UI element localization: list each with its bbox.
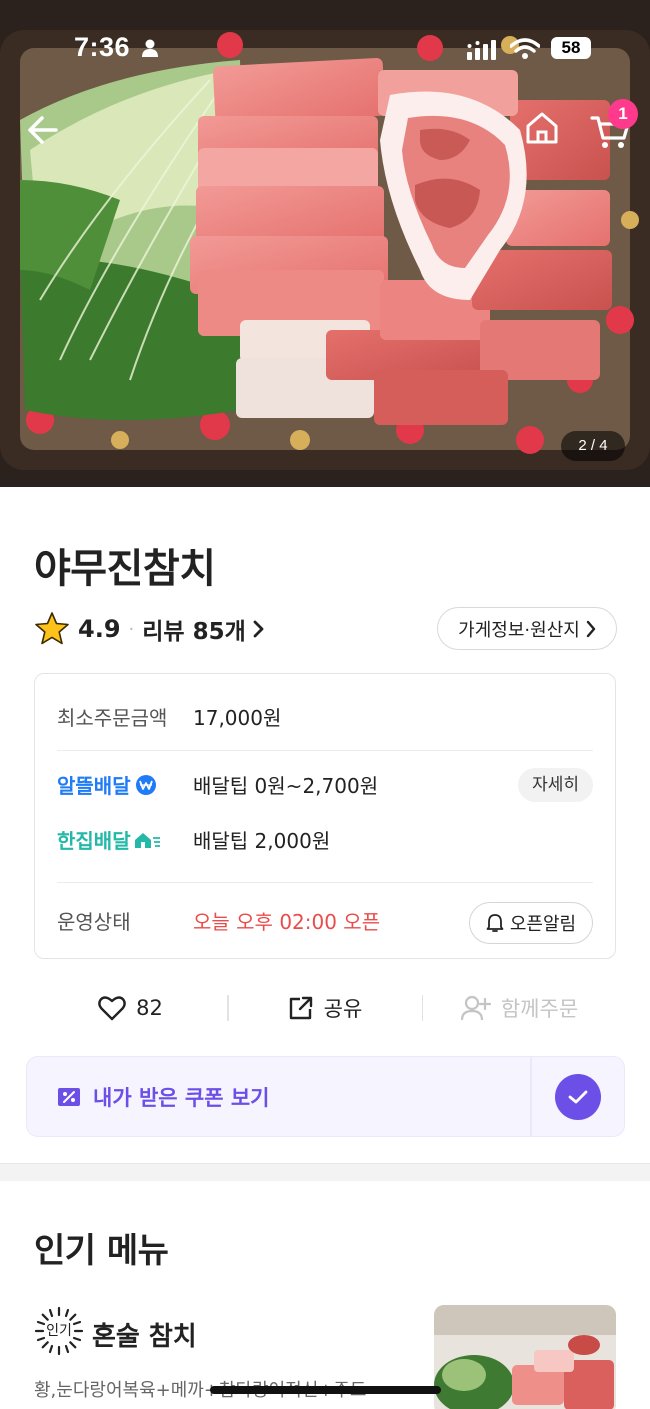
share-label: 공유 — [323, 997, 363, 1021]
store-info-button[interactable]: 가게정보·원산지 — [437, 607, 617, 650]
status-time: 7:36 — [74, 32, 131, 62]
popular-menu-title: 인기 메뉴 — [34, 1231, 169, 1271]
share-button[interactable]: 공유 — [229, 993, 422, 1023]
image-pager: 2 / 4 — [561, 431, 625, 461]
store-actions: 82 공유 함께주문 — [34, 985, 616, 1031]
saver-delivery-fee: 배달팁 0원~2,700원 — [193, 774, 379, 798]
group-order-button[interactable]: 함께주문 — [423, 993, 616, 1023]
min-order-row: 최소주문금액 17,000원 — [57, 702, 593, 731]
coupon-label: 내가 받은 쿠폰 보기 — [93, 1085, 270, 1110]
review-count: 리뷰 85개 — [142, 619, 246, 645]
open-alarm-button[interactable]: 오픈알림 — [469, 902, 593, 944]
rating-row: 4.9 · 리뷰 85개 — [34, 609, 264, 649]
store-name: 야무진참치 — [34, 546, 216, 592]
single-delivery-row: 한집배달 배달팁 2,000원 — [57, 825, 593, 854]
saver-delivery-text: 알뜰배달 — [57, 774, 131, 798]
chevron-right-icon — [253, 620, 264, 638]
heart-icon — [98, 996, 126, 1021]
coupon-check-button[interactable] — [531, 1056, 625, 1137]
separator-dot: · — [128, 618, 135, 640]
my-coupons-button[interactable]: 내가 받은 쿠폰 보기 — [26, 1056, 531, 1137]
single-delivery-house-icon — [134, 832, 160, 848]
detail-button[interactable]: 자세히 — [518, 768, 593, 802]
home-indicator — [210, 1386, 441, 1394]
popular-badge-label: 인기 — [46, 1323, 72, 1339]
saver-delivery-label: 알뜰배달 — [57, 770, 193, 799]
status-label: 운영상태 — [57, 910, 131, 934]
min-order-label: 최소주문금액 — [57, 706, 168, 730]
home-icon[interactable] — [522, 108, 562, 148]
review-link[interactable]: 리뷰 85개 — [142, 612, 264, 646]
bell-icon — [486, 914, 504, 932]
divider — [57, 750, 593, 751]
star-icon — [35, 612, 69, 645]
saver-won-icon — [135, 774, 156, 795]
single-delivery-fee: 배달팁 2,000원 — [193, 829, 331, 853]
open-status-row: 운영상태 오늘 오후 02:00 오픈 오픈알림 — [57, 902, 593, 944]
check-icon — [568, 1090, 588, 1103]
coupon-icon — [58, 1087, 80, 1106]
section-divider — [0, 1163, 650, 1181]
open-alarm-label: 오픈알림 — [509, 914, 577, 935]
delivery-info-card: 최소주문금액 17,000원 알뜰배달 배달팁 0원~2,700원 자세히 한집… — [34, 673, 616, 959]
store-info-label: 가게정보·원산지 — [458, 619, 580, 641]
battery-indicator: 58 — [551, 37, 591, 59]
single-delivery-label: 한집배달 — [57, 825, 193, 854]
like-button[interactable]: 82 — [34, 995, 227, 1021]
popular-badge: 인기 — [34, 1306, 84, 1356]
wifi-icon — [510, 38, 540, 59]
back-arrow-icon[interactable] — [22, 110, 62, 150]
cart-count-badge: 1 — [608, 99, 638, 129]
chevron-right-icon — [586, 620, 596, 637]
store-hero-image[interactable]: 7:36 58 1 2 / 4 — [0, 0, 650, 487]
single-delivery-text: 한집배달 — [57, 829, 131, 853]
rating-value: 4.9 — [78, 615, 121, 643]
menu-item-photo — [434, 1305, 616, 1409]
open-status-value: 오늘 오후 02:00 오픈 — [193, 910, 381, 934]
menu-item-name: 혼술 참치 — [92, 1322, 197, 1352]
min-order-value: 17,000원 — [193, 706, 282, 730]
status-bar: 7:36 58 — [0, 0, 650, 90]
coupon-check-circle — [555, 1073, 601, 1120]
group-order-label: 함께주문 — [500, 997, 579, 1021]
divider — [57, 882, 593, 883]
menu-item-thumbnail — [434, 1305, 616, 1409]
add-person-icon — [460, 995, 491, 1021]
person-icon — [142, 39, 158, 57]
saver-delivery-row: 알뜰배달 배달팁 0원~2,700원 자세히 — [57, 768, 593, 802]
like-count: 82 — [136, 996, 163, 1020]
share-icon — [289, 996, 312, 1020]
signal-icon — [467, 40, 496, 60]
